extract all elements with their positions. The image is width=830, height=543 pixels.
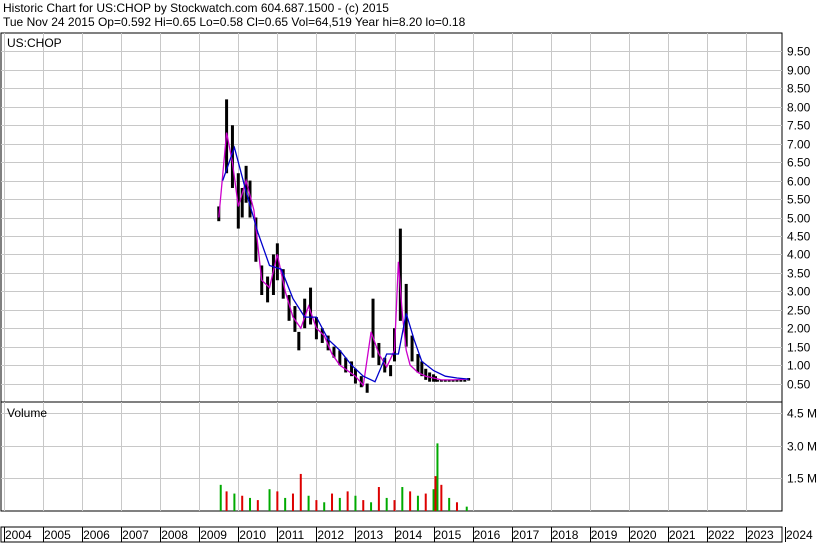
price-y-tick-label: 6.50 [787, 156, 811, 170]
x-axis-label: 2016 [474, 528, 501, 542]
price-y-tick-label: 3.50 [787, 267, 811, 281]
price-y-tick-label: 8.00 [787, 101, 811, 115]
x-axis-labels: 2004 2005 2006 2007 2008 2009 2010 2011 2012 2013… [4, 527, 813, 542]
volume-panel-frame [0, 401, 783, 512]
price-panel-title: US:CHOP [7, 36, 62, 50]
stock-chart: US:CHOP 9.50 9.00 8.50 8.00 7.50 7.00 6.50 6.00… [0, 32, 817, 543]
volume-y-tick-label: 4.5 M [787, 407, 817, 421]
x-axis-label: 2010 [239, 528, 266, 542]
price-y-tick-label: 5.50 [787, 193, 811, 207]
volume-panel-title: Volume [7, 406, 47, 420]
x-axis-label: 2018 [552, 528, 579, 542]
price-y-axis: 9.50 9.00 8.50 8.00 7.50 7.00 6.50 6.00 5.50 5.00… [787, 45, 811, 392]
price-panel: US:CHOP 9.50 9.00 8.50 8.00 7.50 7.00 6.50 6.00… [0, 32, 811, 403]
x-axis-label: 2006 [83, 528, 110, 542]
x-axis-label: 2022 [708, 528, 735, 542]
price-y-tick-label: 7.00 [787, 138, 811, 152]
price-y-tick-label: 9.50 [787, 45, 811, 59]
x-axis-label: 2011 [278, 528, 304, 542]
price-y-tick-label: 8.50 [787, 82, 811, 96]
x-axis-label: 2021 [669, 528, 696, 542]
x-axis-label: 2008 [161, 528, 188, 542]
volume-y-tick-label: 3.0 M [787, 440, 817, 454]
x-axis: 2004 2005 2006 2007 2008 2009 2010 2011 2012 2013… [0, 526, 813, 543]
x-axis-label: 2012 [317, 528, 344, 542]
x-axis-label: 2007 [122, 528, 149, 542]
price-y-tick-label: 4.00 [787, 248, 811, 262]
price-y-tick-label: 5.00 [787, 212, 811, 226]
price-y-tick-label: 4.50 [787, 230, 811, 244]
volume-panel: Volume 4.5 M 3.0 M 1.5 M [0, 401, 817, 512]
volume-y-tick-label: 1.5 M [787, 472, 817, 486]
x-axis-label: 2024 [786, 528, 813, 542]
price-y-tick-label: 2.50 [787, 304, 811, 318]
x-axis-label: 2023 [747, 528, 774, 542]
x-axis-label: 2004 [5, 528, 32, 542]
x-axis-label: 2014 [396, 528, 423, 542]
x-axis-label: 2005 [44, 528, 71, 542]
x-axis-label: 2013 [356, 528, 383, 542]
x-axis-label: 2017 [513, 528, 540, 542]
price-y-tick-label: 1.50 [787, 341, 811, 355]
price-y-tick-label: 1.00 [787, 359, 811, 373]
x-axis-label: 2020 [630, 528, 657, 542]
price-y-tick-label: 2.00 [787, 322, 811, 336]
x-axis-label: 2009 [200, 528, 227, 542]
price-y-tick-label: 7.50 [787, 119, 811, 133]
x-axis-label: 2019 [591, 528, 618, 542]
volume-y-axis: 4.5 M 3.0 M 1.5 M [787, 407, 817, 486]
price-y-tick-label: 3.00 [787, 285, 811, 299]
price-y-tick-label: 0.50 [787, 378, 811, 392]
price-y-tick-label: 9.00 [787, 64, 811, 78]
x-axis-frame [0, 526, 783, 543]
x-axis-label: 2015 [435, 528, 462, 542]
price-y-tick-label: 6.00 [787, 175, 811, 189]
